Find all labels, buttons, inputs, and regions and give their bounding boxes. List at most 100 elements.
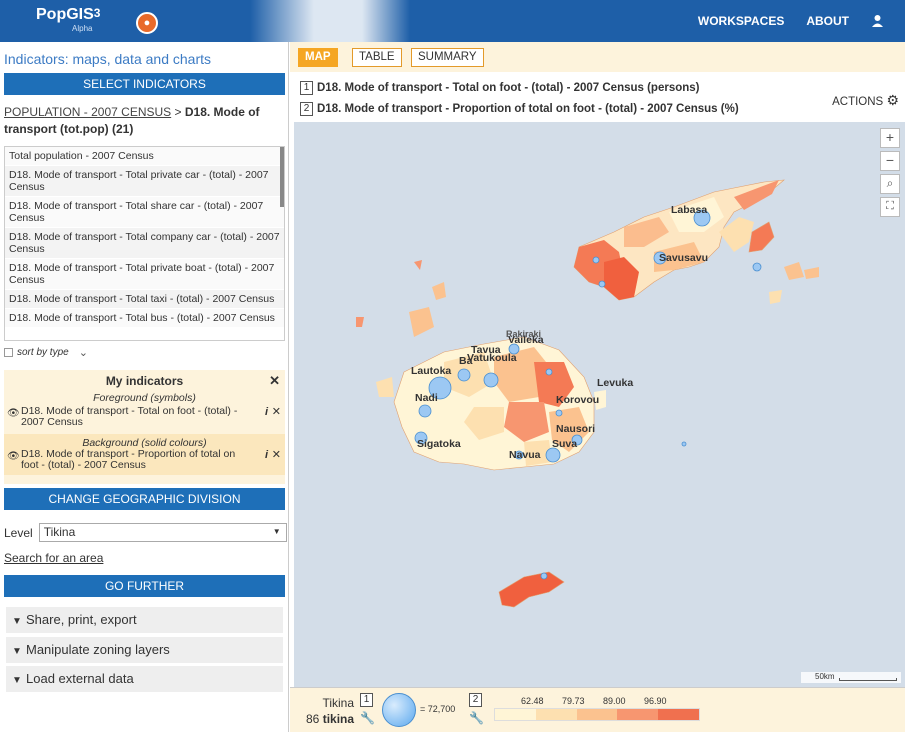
actions-label: ACTIONS — [832, 96, 884, 108]
tab-summary[interactable]: SUMMARY — [411, 48, 484, 67]
level-select[interactable]: Tikina ▼ — [38, 523, 287, 542]
fullscreen-icon[interactable]: ⛶ — [880, 197, 900, 217]
search-area-link[interactable]: Search for an area — [4, 551, 103, 565]
legend-swatch — [495, 709, 536, 720]
list-item[interactable]: D18. Mode of transport - Total private c… — [5, 166, 284, 197]
title-text: D18. Mode of transport - Total on foot -… — [317, 82, 700, 94]
map-label: Savusavu — [659, 252, 709, 264]
sidebar-title: Indicators: maps, data and charts — [4, 51, 211, 67]
remove-icon[interactable]: ✕ — [272, 407, 281, 418]
close-icon[interactable]: ✕ — [269, 373, 280, 389]
gear-icon: ⚙ — [886, 92, 899, 108]
header-decoration — [250, 0, 410, 42]
app-logo[interactable]: PopGIS3 — [36, 6, 100, 24]
legend-break: 96.90 — [644, 696, 667, 706]
search-icon[interactable]: ⌕ — [880, 174, 900, 194]
eye-icon[interactable]: 👁 — [7, 451, 20, 462]
map-canvas[interactable] — [294, 122, 905, 687]
legend-swatch — [576, 709, 618, 720]
go-further-button[interactable]: GO FURTHER — [4, 575, 285, 597]
legend-swatch — [535, 709, 577, 720]
level-row: Level Tikina ▼ — [4, 523, 287, 542]
wrench-icon[interactable]: 🔧 — [469, 711, 484, 725]
accordion-label: Load external data — [26, 671, 134, 686]
foreground-label: Foreground (symbols) — [93, 392, 196, 404]
wrench-icon[interactable]: 🔧 — [360, 711, 375, 725]
indicator-list[interactable]: Total population - 2007 Census D18. Mode… — [4, 146, 285, 341]
legend-break: 89.00 — [603, 696, 626, 706]
eye-icon[interactable]: 👁 — [7, 408, 20, 419]
accordion-share[interactable]: ▼ Share, print, export — [6, 607, 283, 633]
map-label: Navua — [509, 449, 541, 461]
sort-label: sort by type — [17, 347, 69, 358]
info-icon[interactable]: i — [265, 450, 268, 461]
island-small — [376, 377, 394, 397]
sort-checkbox[interactable] — [4, 348, 13, 357]
title-number: 1 — [300, 81, 313, 95]
main-panel: MAP TABLE SUMMARY 1 D18. Mode of transpo… — [290, 42, 905, 732]
sidebar: Indicators: maps, data and charts SELECT… — [0, 42, 289, 732]
user-icon[interactable] — [871, 14, 885, 28]
info-icon[interactable]: i — [265, 407, 268, 418]
view-tabs: MAP TABLE SUMMARY — [290, 42, 905, 72]
select-indicators-button[interactable]: SELECT INDICATORS — [4, 73, 285, 95]
my-indicators-title: My indicators — [105, 374, 184, 388]
legend-unit-label: Tikina — [322, 696, 355, 710]
actions-button[interactable]: ACTIONS ⚙ — [832, 92, 899, 109]
indicator-title-1: 1 D18. Mode of transport - Total on foot… — [300, 81, 700, 95]
list-item[interactable]: D18. Mode of transport - Total share car… — [5, 197, 284, 228]
remove-icon[interactable]: ✕ — [272, 450, 281, 461]
globe-icon: ● — [136, 12, 158, 34]
background-indicator: 👁 D18. Mode of transport - Proportion of… — [4, 449, 285, 471]
tab-table[interactable]: TABLE — [352, 48, 402, 67]
breadcrumb-link[interactable]: POPULATION - 2007 CENSUS — [4, 105, 171, 119]
map-label: Rakiraki — [506, 329, 542, 339]
map-label: Lautoka — [411, 365, 452, 377]
island-small — [804, 267, 819, 279]
legend-number: 1 — [360, 693, 373, 707]
legend-count: 86 — [306, 712, 320, 726]
legend-symbol-value: = 72,700 — [420, 704, 456, 714]
nav-about[interactable]: ABOUT — [806, 14, 849, 28]
list-item[interactable]: D18. Mode of transport - Total private b… — [5, 259, 284, 290]
change-geo-button[interactable]: CHANGE GEOGRAPHIC DIVISION — [4, 488, 285, 510]
map-view[interactable]: Labasa Savusavu Vaileka Rakiraki Tavua B… — [294, 122, 905, 687]
indicator-title-2: 2 D18. Mode of transport - Proportion of… — [300, 102, 739, 116]
island-small — [414, 260, 422, 270]
level-label: Level — [4, 525, 33, 540]
chevron-down-icon: ▼ — [12, 616, 22, 627]
island-small — [356, 317, 364, 327]
chevron-down-icon: ▼ — [12, 646, 22, 657]
map-label: Korovou — [556, 394, 600, 406]
chevron-down-icon[interactable]: ⌄ — [79, 346, 88, 359]
accordion-label: Share, print, export — [26, 612, 137, 627]
island-small — [432, 282, 446, 300]
map-label: Nausori — [556, 423, 596, 435]
map-label: Sigatoka — [417, 438, 461, 450]
map-label: Nadi — [415, 392, 438, 404]
accordion-zoning[interactable]: ▼ Manipulate zoning layers — [6, 637, 283, 663]
scale-label: 50km — [815, 672, 835, 681]
title-number: 2 — [300, 102, 313, 116]
list-item[interactable]: D18. Mode of transport - Total company c… — [5, 228, 284, 259]
chevron-down-icon: ▼ — [12, 675, 22, 686]
legend-colour-scale — [494, 708, 700, 721]
map-label: Vatukoula — [467, 352, 517, 364]
list-item[interactable]: Total population - 2007 Census — [5, 147, 284, 166]
tab-map[interactable]: MAP — [298, 48, 338, 67]
zoom-in-button[interactable]: + — [880, 128, 900, 148]
app-header: PopGIS3 Alpha ● WORKSPACES ABOUT — [0, 0, 905, 42]
nav-workspaces[interactable]: WORKSPACES — [698, 14, 784, 28]
breadcrumb: POPULATION - 2007 CENSUS > D18. Mode of … — [4, 104, 284, 138]
list-item[interactable]: D18. Mode of transport - Total bus - (to… — [5, 309, 284, 328]
legend-breaks: 62.48 79.73 89.00 96.90 — [494, 696, 700, 706]
top-nav: WORKSPACES ABOUT — [698, 0, 905, 42]
legend-number: 2 — [469, 693, 482, 707]
legend-swatch — [658, 709, 699, 720]
legend-break: 79.73 — [562, 696, 585, 706]
accordion-external[interactable]: ▼ Load external data — [6, 666, 283, 692]
zoom-out-button[interactable]: − — [880, 151, 900, 171]
accordion-label: Manipulate zoning layers — [26, 642, 170, 657]
list-scrollbar[interactable] — [280, 147, 284, 207]
list-item[interactable]: D18. Mode of transport - Total taxi - (t… — [5, 290, 284, 309]
